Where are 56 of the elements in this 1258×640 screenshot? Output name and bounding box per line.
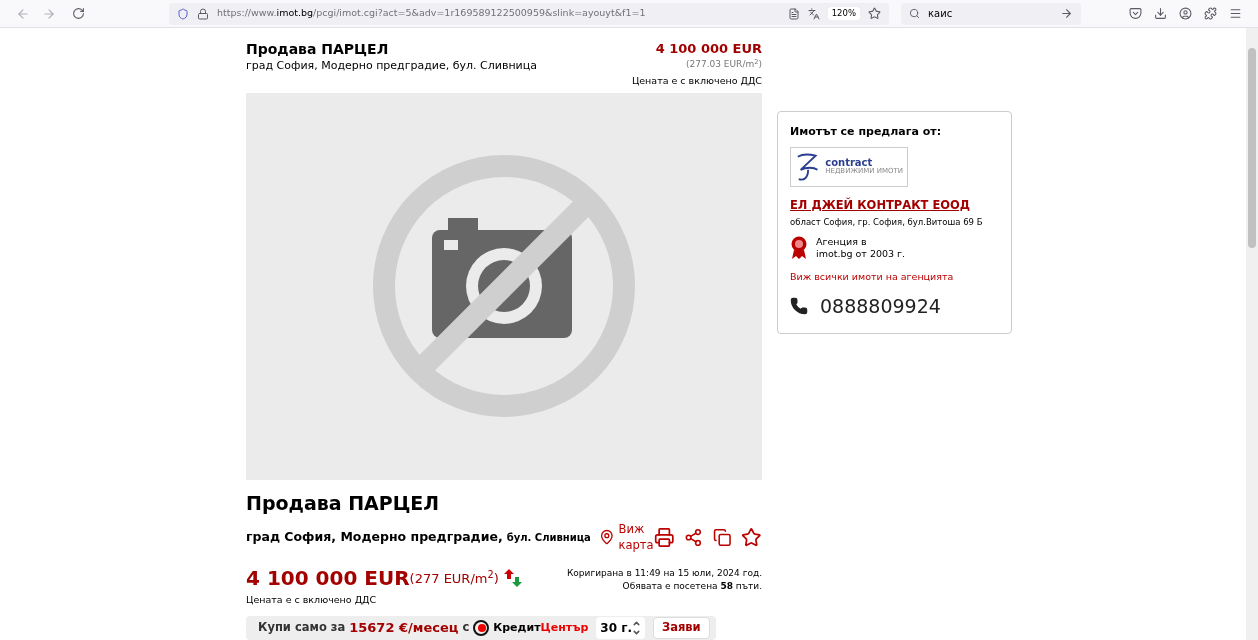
map-link[interactable]: Виж карта xyxy=(618,521,654,554)
modified-date: Коригирана в 11:49 на 15 юли, 2024 год. xyxy=(566,567,762,581)
scrollbar-thumb[interactable] xyxy=(1248,48,1256,248)
download-icon[interactable] xyxy=(1154,7,1167,20)
lock-icon[interactable] xyxy=(197,7,209,20)
award-icon xyxy=(790,235,808,260)
vat-note: Цената е с включено ДДС xyxy=(246,593,378,608)
search-icon xyxy=(909,8,920,19)
zoom-level[interactable]: 120% xyxy=(827,7,860,20)
listing-location: град София, Модерно предградие, бул. Сливница xyxy=(246,58,537,74)
apply-button[interactable]: Заяви xyxy=(653,616,710,639)
logo-text: contract xyxy=(825,158,874,168)
menu-icon[interactable] xyxy=(1229,7,1242,20)
phone-icon[interactable] xyxy=(790,297,808,316)
agency-name-link[interactable]: ЕЛ ДЖЕЙ КОНТРАКТ ЕООД xyxy=(790,196,999,214)
term-selector[interactable]: 30 г. xyxy=(596,616,645,639)
map-pin-icon[interactable] xyxy=(598,529,615,546)
view-count: Обявата е посетена 58 пъти. xyxy=(622,580,762,594)
credit-brand: КредитЦентър xyxy=(493,619,589,636)
street-name: бул. Сливница xyxy=(506,530,591,545)
listing-title: Продава ПАРЦЕЛ xyxy=(246,40,390,58)
credit-text: Купи само за xyxy=(258,619,346,637)
price-change-icon xyxy=(502,568,523,589)
shield-icon[interactable] xyxy=(177,7,189,20)
price: 4 100 000 EUR xyxy=(246,565,410,593)
card-heading: Имотът се предлага от: xyxy=(790,124,943,140)
monthly-amount: 15672 €/месец xyxy=(349,619,459,637)
term-value: 30 г. xyxy=(600,619,632,637)
agency-address: област София, гр. София, бул.Витоша 69 Б xyxy=(790,215,984,228)
price-per-m2: (277 EUR/m$^{2}$) xyxy=(409,568,499,588)
badge-text: imot.bg от 2003 г. xyxy=(816,247,906,260)
url-text: https://www.imot.bg/pcgi/imot.cgi?act=5&adv=1r169589122500959&slink=ayouyt&f1=1 xyxy=(217,6,646,21)
search-field[interactable]: каис xyxy=(901,2,1081,25)
reader-icon[interactable] xyxy=(787,7,800,20)
vat-note: Цената е с включено ДДС xyxy=(631,73,762,88)
extensions-icon[interactable] xyxy=(1204,7,1217,20)
all-listings-link[interactable]: Виж всички имоти на агенцията xyxy=(790,269,999,284)
address-bar[interactable]: https://www.imot.bg/pcgi/imot.cgi?act=5&adv=1r169589122500959&slink=ayouyt&f1=1 120% xyxy=(169,2,889,25)
credit-text: с xyxy=(462,619,470,637)
print-icon[interactable] xyxy=(653,526,675,548)
price-per-m2: (277.03 EUR/m$^{2}$) xyxy=(686,58,762,71)
bookmark-icon[interactable] xyxy=(868,7,881,20)
price: 4 100 000 EUR xyxy=(655,40,762,58)
credit-logo-icon xyxy=(473,619,490,636)
star-icon[interactable] xyxy=(741,526,763,548)
share-icon[interactable] xyxy=(684,527,703,547)
phone-number[interactable]: 0888809924 xyxy=(820,292,941,321)
copy-icon[interactable] xyxy=(712,527,732,547)
translate-icon[interactable] xyxy=(807,7,820,20)
go-icon[interactable] xyxy=(1060,7,1073,20)
pocket-icon[interactable] xyxy=(1129,7,1142,20)
badge-text: Агенция в xyxy=(816,235,868,248)
reload-icon[interactable] xyxy=(72,7,85,20)
account-icon[interactable] xyxy=(1179,7,1192,20)
listing-title: Продава ПАРЦЕЛ xyxy=(246,490,441,516)
listing-location: град София, Модерно предградие, xyxy=(246,527,503,546)
